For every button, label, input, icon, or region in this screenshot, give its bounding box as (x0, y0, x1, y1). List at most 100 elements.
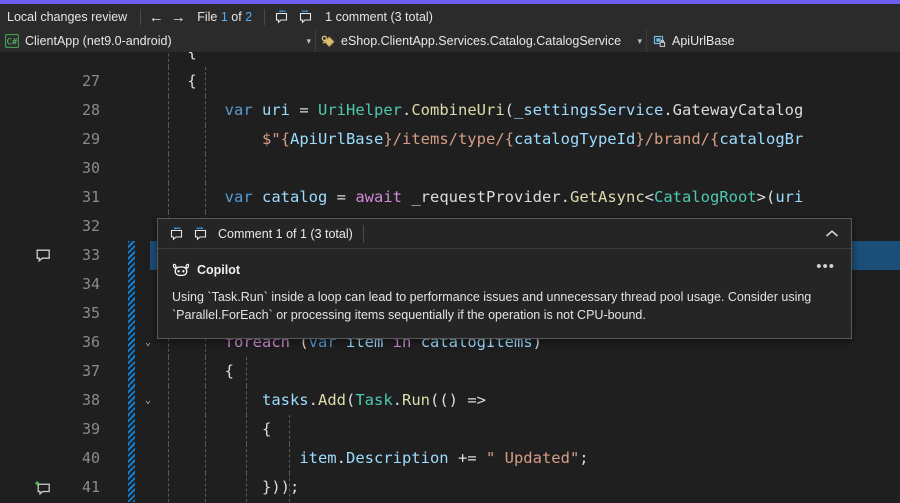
csharp-file-icon: C# (4, 33, 20, 49)
changed-line-marker (128, 241, 135, 270)
arrow-left-icon: ← (149, 10, 164, 25)
line-number: 32 (62, 212, 100, 241)
code-line[interactable]: 29 $"{ApiUrlBase}/items/type/{catalogTyp… (0, 125, 900, 154)
next-comment-icon (297, 9, 314, 25)
fold-column (140, 154, 156, 183)
member-dropdown[interactable]: ApiUrlBase (647, 30, 739, 52)
line-number: 33 (62, 241, 100, 270)
next-comment-button[interactable] (293, 7, 317, 28)
line-number: 30 (62, 154, 100, 183)
changed-line-marker (128, 415, 135, 444)
code-text: $"{ApiUrlBase}/items/type/{catalogTypeId… (150, 125, 803, 154)
code-text: tasks.Add(Task.Run(() => (150, 386, 486, 415)
line-number: 40 (62, 444, 100, 473)
private-field-icon (651, 33, 667, 49)
previous-file-button[interactable]: ← (145, 7, 167, 28)
file-of-label: of (231, 10, 241, 24)
line-number: 35 (62, 299, 100, 328)
comment-bubble-icon[interactable] (33, 247, 53, 265)
visual-studio-diff-review-window: Local changes review ← → File 1 of 2 (0, 0, 900, 503)
review-title: Local changes review (0, 10, 136, 24)
comment-author-name: Copilot (197, 263, 240, 277)
popup-previous-comment-button[interactable] (164, 223, 188, 245)
code-line[interactable]: 38⌄ tasks.Add(Task.Run(() => (0, 386, 900, 415)
type-dropdown[interactable]: eShop.ClientApp.Services.Catalog.Catalog… (316, 30, 646, 52)
code-line[interactable]: 30 (0, 154, 900, 183)
changed-line-marker (128, 473, 135, 502)
line-number: 27 (62, 67, 100, 96)
indent-guide (168, 154, 169, 183)
code-line[interactable]: { (0, 52, 900, 67)
comment-popup-body: Copilot ••• Using `Task.Run` inside a lo… (158, 249, 851, 338)
fold-column (140, 299, 156, 328)
review-toolbar: Local changes review ← → File 1 of 2 (0, 4, 900, 30)
line-number: 41 (62, 473, 100, 502)
line-number: 29 (62, 125, 100, 154)
indent-guide (246, 357, 247, 386)
code-line[interactable]: 37 { (0, 357, 900, 386)
copilot-icon (172, 261, 190, 279)
code-line[interactable]: 31 var catalog = await _requestProvider.… (0, 183, 900, 212)
line-number: 34 (62, 270, 100, 299)
chevron-down-icon: ▾ (298, 36, 311, 47)
code-line[interactable]: 28 var uri = UriHelper.CombineUri(_setti… (0, 96, 900, 125)
file-current: 1 (221, 10, 228, 24)
next-file-button[interactable]: → (167, 7, 189, 28)
code-text: item.Description += " Updated"; (150, 444, 589, 473)
comment-counter: 1 comment (3 total) (317, 10, 441, 24)
file-total: 2 (245, 10, 252, 24)
project-name: ClientApp (net9.0-android) (25, 34, 172, 48)
code-line[interactable]: 27 { (0, 67, 900, 96)
arrow-right-icon: → (171, 10, 186, 25)
code-line[interactable]: 41 })); (0, 473, 900, 502)
code-editor[interactable]: {27 {28 var uri = UriHelper.CombineUri(_… (0, 52, 900, 503)
indent-guide (205, 154, 206, 183)
code-text: { (150, 415, 271, 444)
prev-comment-icon (168, 226, 185, 242)
code-text: { (150, 357, 234, 386)
comment-popup-title: Comment 1 of 1 (3 total) (212, 227, 361, 241)
chevron-down-icon: ▾ (629, 36, 642, 47)
line-number: 36 (62, 328, 100, 357)
member-name: ApiUrlBase (672, 34, 735, 48)
line-number: 37 (62, 357, 100, 386)
comment-author-row: Copilot ••• (172, 259, 837, 281)
code-text: { (150, 67, 197, 96)
project-dropdown[interactable]: C# ClientApp (net9.0-android) ▾ (0, 30, 315, 52)
code-text: })); (150, 473, 299, 502)
popup-header-divider (363, 225, 364, 243)
toolbar-separator-2 (264, 9, 265, 25)
prev-comment-icon (273, 9, 290, 25)
changed-line-marker (128, 270, 135, 299)
next-comment-icon (192, 226, 209, 242)
changed-line-marker (128, 328, 135, 357)
comment-text: Using `Task.Run` inside a loop can lead … (172, 288, 827, 324)
chevron-up-icon (825, 229, 839, 239)
changed-line-marker (128, 357, 135, 386)
svg-text:C#: C# (7, 38, 18, 48)
class-icon (320, 33, 336, 49)
add-comment-icon[interactable] (33, 479, 53, 497)
changed-line-marker (128, 386, 135, 415)
line-number: 38 (62, 386, 100, 415)
file-counter: File 1 of 2 (189, 10, 260, 24)
popup-next-comment-button[interactable] (188, 223, 212, 245)
comment-popup[interactable]: Comment 1 of 1 (3 total) (157, 218, 852, 339)
previous-comment-button[interactable] (269, 7, 293, 28)
line-number: 28 (62, 96, 100, 125)
code-text: var uri = UriHelper.CombineUri(_settings… (150, 96, 803, 125)
fold-column (140, 212, 156, 241)
collapse-comment-button[interactable] (819, 223, 845, 245)
changed-line-marker (128, 444, 135, 473)
file-label: File (197, 10, 217, 24)
toolbar-separator-1 (140, 9, 141, 25)
code-line[interactable]: 40 item.Description += " Updated"; (0, 444, 900, 473)
indent-guide (289, 415, 290, 444)
line-number: 39 (62, 415, 100, 444)
code-line[interactable]: 39 { (0, 415, 900, 444)
changed-line-marker (128, 299, 135, 328)
indent-guide (205, 67, 206, 96)
code-navigation-bar: C# ClientApp (net9.0-android) ▾ eShop.Cl… (0, 30, 900, 52)
comment-more-actions-button[interactable]: ••• (814, 262, 837, 278)
type-name: eShop.ClientApp.Services.Catalog.Catalog… (341, 34, 621, 48)
